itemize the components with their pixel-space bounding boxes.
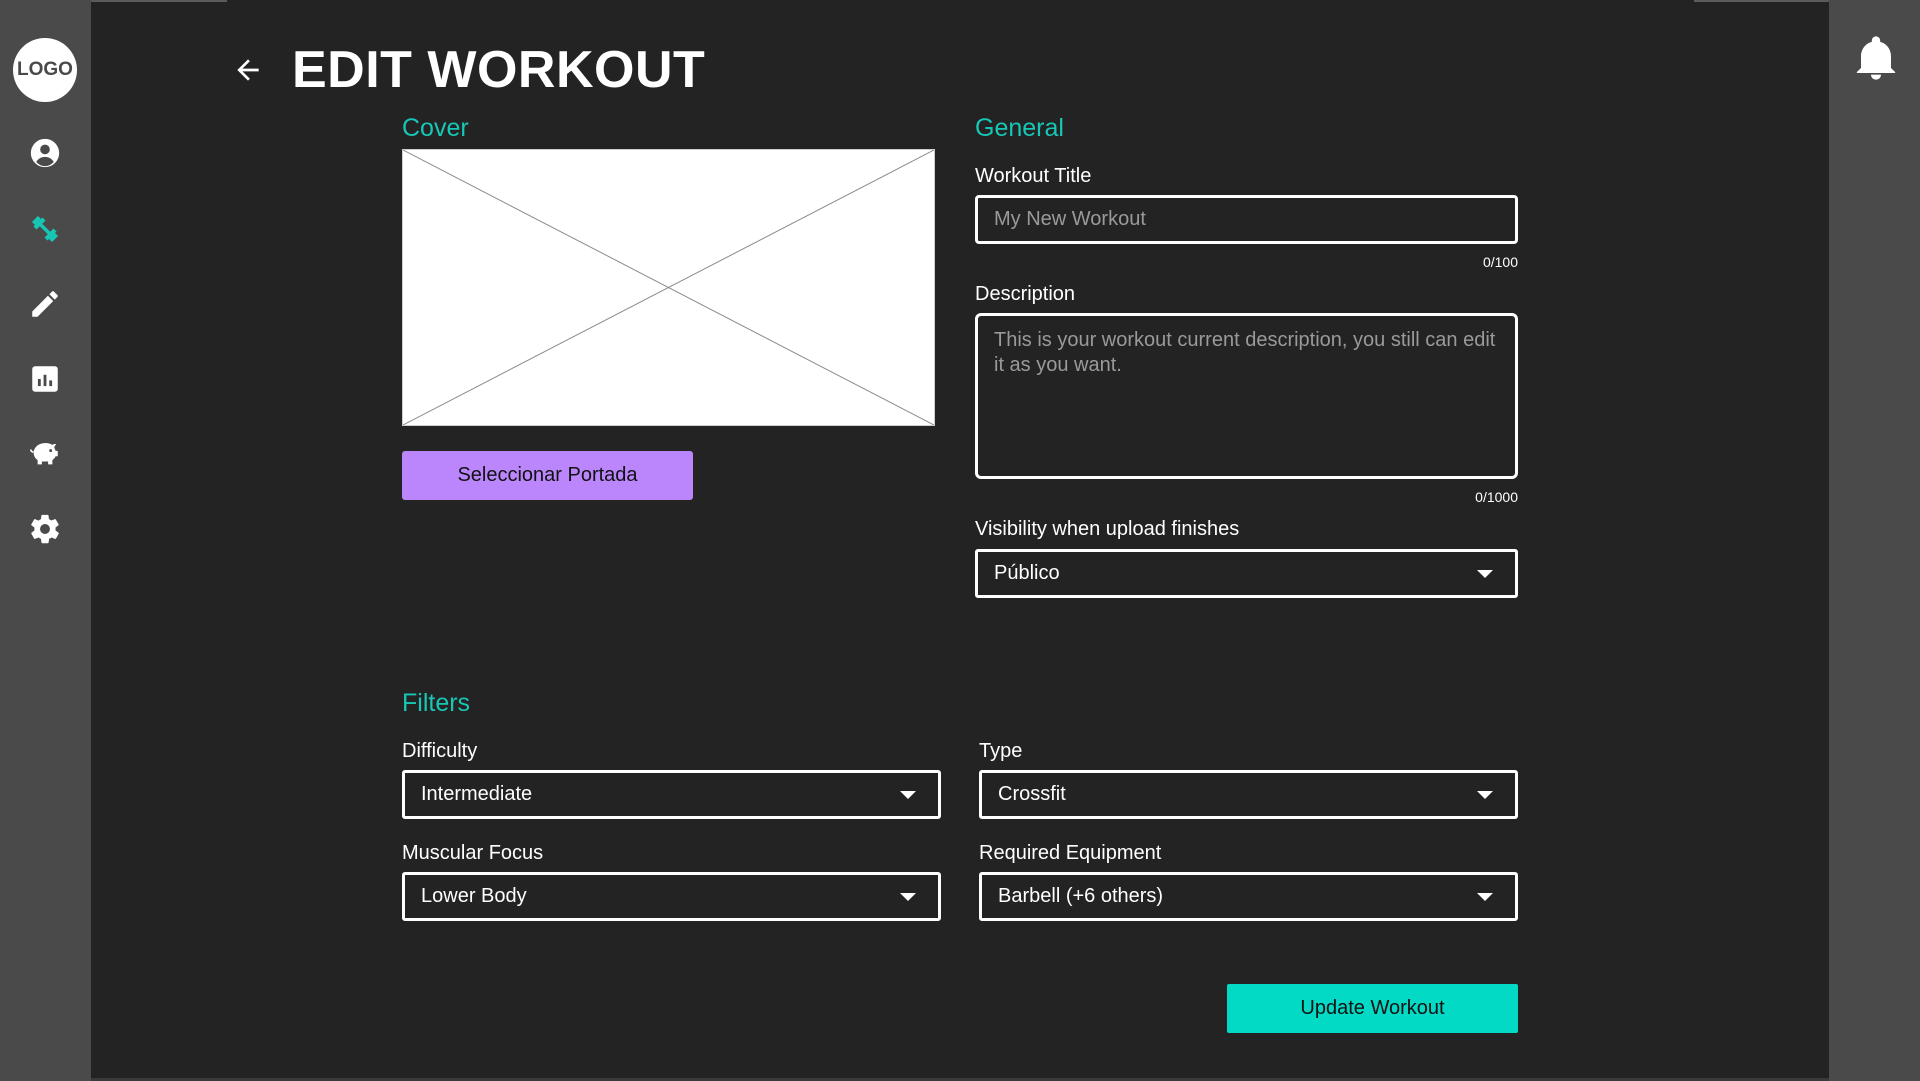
arrow-left-icon [237, 59, 259, 81]
top-divider-right [1694, 0, 1829, 2]
sidebar: LOGO [0, 0, 91, 1081]
dumbbell-icon [31, 215, 59, 243]
type-label: Type [979, 740, 1023, 762]
difficulty-value: Intermediate [421, 783, 533, 805]
muscular-focus-label: Muscular Focus [402, 842, 544, 864]
chevron-down-icon [900, 892, 916, 901]
difficulty-select[interactable]: Intermediate [402, 770, 941, 819]
chevron-down-icon [1477, 790, 1493, 799]
cover-section-title: Cover [402, 114, 469, 142]
description-textarea[interactable] [975, 313, 1518, 479]
description-label: Description [975, 283, 1076, 305]
workout-title-input[interactable] [975, 195, 1518, 244]
sidebar-item-stats[interactable] [26, 360, 64, 398]
sidebar-item-settings[interactable] [26, 510, 64, 548]
select-cover-button[interactable]: Seleccionar Portada [402, 451, 693, 500]
visibility-select[interactable]: Público [975, 549, 1518, 598]
equipment-value: Barbell (+6 others) [998, 885, 1164, 907]
filters-section-title: Filters [402, 689, 471, 717]
notifications-button[interactable] [1856, 34, 1896, 82]
visibility-value: Público [994, 562, 1060, 584]
top-divider-left [91, 0, 227, 2]
sidebar-item-workouts[interactable] [26, 210, 64, 248]
muscular-focus-value: Lower Body [421, 885, 527, 907]
back-button[interactable] [228, 50, 268, 90]
chevron-down-icon [1477, 892, 1493, 901]
cover-image-placeholder[interactable] [402, 149, 935, 426]
chart-icon [32, 366, 58, 392]
workout-title-counter: 0/100 [1482, 254, 1518, 270]
type-select[interactable]: Crossfit [979, 770, 1518, 819]
page-title: EDIT WORKOUT [292, 41, 706, 99]
type-value: Crossfit [998, 783, 1066, 805]
logo[interactable]: LOGO [13, 38, 77, 102]
sidebar-item-edit[interactable] [26, 285, 64, 323]
chevron-down-icon [900, 790, 916, 799]
workout-title-label: Workout Title [975, 165, 1092, 187]
sidebar-item-profile[interactable] [26, 134, 64, 172]
right-bar [1829, 0, 1920, 1081]
bell-icon [1856, 36, 1896, 80]
difficulty-label: Difficulty [402, 740, 478, 762]
image-placeholder-icon [403, 150, 934, 425]
visibility-label: Visibility when upload finishes [975, 518, 1240, 540]
piggy-bank-icon [29, 443, 58, 465]
gear-icon [31, 514, 59, 544]
muscular-focus-select[interactable]: Lower Body [402, 872, 941, 921]
account-icon [30, 138, 60, 168]
description-counter: 0/1000 [1475, 489, 1518, 505]
chevron-down-icon [1477, 569, 1493, 578]
equipment-label: Required Equipment [979, 842, 1162, 864]
pencil-icon [32, 291, 58, 317]
general-section-title: General [975, 114, 1064, 142]
sidebar-item-savings[interactable] [26, 434, 64, 472]
update-workout-button[interactable]: Update Workout [1227, 984, 1518, 1033]
equipment-select[interactable]: Barbell (+6 others) [979, 872, 1518, 921]
